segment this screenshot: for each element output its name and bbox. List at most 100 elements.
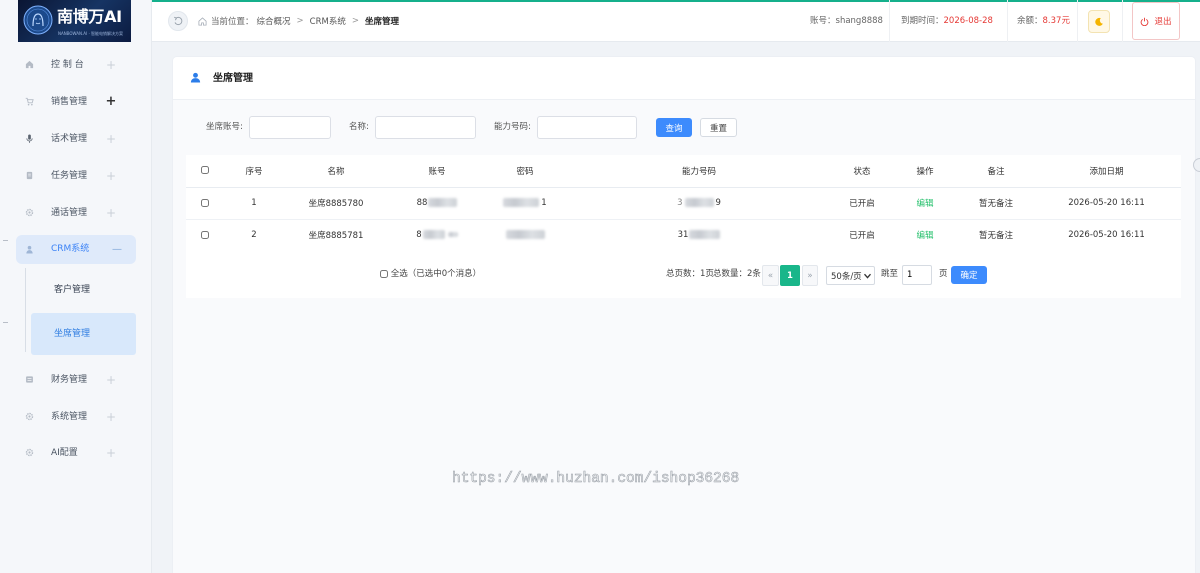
search-button[interactable]: 查询 <box>656 118 692 137</box>
number-visible-part: 9 <box>715 198 721 208</box>
card-header: 坐席管理 <box>173 57 1195 100</box>
redacted-mask <box>428 198 458 207</box>
header-divider <box>1007 0 1008 42</box>
sidebar-item-tasks[interactable]: 任务管理 + <box>16 163 136 189</box>
agent-management-card: 坐席管理 坐席账号: 名称: 能力号码: 查询 重置 序号 名称 账号 密码 能… <box>173 57 1195 573</box>
expand-plus-icon[interactable]: + <box>104 52 118 78</box>
user-icon <box>26 245 33 254</box>
expand-plus-icon[interactable]: + <box>104 163 118 189</box>
redacted-mask <box>447 232 458 237</box>
sidebar-item-label: 销售管理 <box>51 97 88 107</box>
number-visible-part: 31 <box>677 230 689 240</box>
expand-plus-icon[interactable]: + <box>104 440 118 466</box>
back-button[interactable] <box>168 11 188 31</box>
column-header: 名称 <box>284 155 388 188</box>
prev-page-button[interactable]: « <box>762 265 779 286</box>
page-size-value: 50条/页 <box>831 271 862 282</box>
filter-account-input[interactable] <box>249 116 331 139</box>
expand-plus-icon[interactable]: + <box>104 89 118 115</box>
column-header: 能力号码 <box>564 155 834 188</box>
gear-icon <box>25 412 34 421</box>
row-checkbox[interactable] <box>201 230 209 239</box>
sidebar-item-label: 通话管理 <box>51 208 88 218</box>
select-all-label: 全选（已选中0个消息） <box>390 269 482 279</box>
edit-link[interactable]: 编辑 <box>916 199 933 209</box>
floating-edge-handle[interactable] <box>1193 157 1200 173</box>
remark-cell: 暂无备注 <box>960 219 1032 252</box>
select-all-checkbox[interactable] <box>380 269 388 278</box>
location-label: 当前位置： <box>211 17 254 27</box>
breadcrumb-item[interactable]: 综合概况 <box>257 15 291 27</box>
edge-marker <box>3 322 8 323</box>
account-cell: 8 <box>388 219 486 252</box>
column-header: 序号 <box>224 155 284 188</box>
back-icon <box>174 16 183 26</box>
page-button-current[interactable]: 1 <box>780 265 800 286</box>
next-page-button[interactable]: » <box>802 265 818 286</box>
header-divider <box>1122 0 1123 42</box>
redacted-mask <box>689 230 721 239</box>
action-cell: 编辑 <box>890 219 960 252</box>
sidebar-item-finance[interactable]: 财务管理 + <box>16 367 136 393</box>
moon-icon <box>1095 17 1103 26</box>
sidebar-item-calls[interactable]: 通话管理 + <box>16 200 136 226</box>
filter-name-input[interactable] <box>375 116 476 139</box>
logout-button[interactable]: 退出 <box>1132 2 1180 40</box>
redacted-mask <box>505 230 545 239</box>
gear-icon <box>25 208 34 217</box>
submenu-tree-line <box>25 268 26 352</box>
brand-logo[interactable]: 南博万AI NANBOWAN.AI · 智能电销解决方案 <box>18 0 131 42</box>
jump-page-input[interactable] <box>902 265 932 285</box>
jump-label: 跳至 <box>881 269 899 279</box>
mic-icon <box>26 134 33 143</box>
edge-handle-circle <box>1193 158 1200 172</box>
sidebar-item-scripts[interactable]: 话术管理 + <box>16 126 136 152</box>
header-divider <box>1077 0 1078 42</box>
watermark-text: https://www.huzhan.com/ishop36268 <box>452 471 740 488</box>
sidebar-item-crm[interactable]: CRM系统 — <box>16 235 136 264</box>
breadcrumb-item[interactable]: CRM系统 <box>310 15 346 27</box>
home-icon <box>198 16 207 26</box>
edge-marker <box>3 240 8 241</box>
password-cell <box>486 219 564 252</box>
password-cell: 1 <box>486 187 564 220</box>
row-checkbox[interactable] <box>201 198 209 207</box>
breadcrumb-separator: > <box>296 16 304 26</box>
redacted-mask <box>503 198 540 207</box>
sidebar-item-agents[interactable]: 坐席管理 <box>31 313 136 355</box>
filter-name-label: 名称: <box>349 122 369 132</box>
account-info: 账号：shang8888 <box>810 0 883 42</box>
expand-plus-icon[interactable]: + <box>104 200 118 226</box>
select-all[interactable]: 全选（已选中0个消息） <box>380 251 481 298</box>
jump-confirm-button[interactable]: 确定 <box>951 266 987 284</box>
redacted-mask <box>684 198 714 207</box>
theme-toggle-button[interactable] <box>1088 10 1110 33</box>
sidebar-item-customers[interactable]: 客户管理 <box>31 270 136 310</box>
index-cell: 2 <box>224 219 284 252</box>
sidebar-item-ai-config[interactable]: AI配置 + <box>16 440 136 466</box>
sidebar-item-label: 控 制 台 <box>51 60 84 70</box>
edit-link[interactable]: 编辑 <box>916 231 933 241</box>
reset-button[interactable]: 重置 <box>700 118 737 137</box>
chevron-down-icon <box>864 273 871 279</box>
sidebar-item-sales[interactable]: 销售管理 + <box>16 89 136 115</box>
expand-plus-icon[interactable]: + <box>104 367 118 393</box>
expand-plus-icon[interactable]: + <box>104 404 118 430</box>
header-checkbox-cell <box>186 155 224 188</box>
power-icon <box>1141 17 1149 26</box>
sidebar-item-system[interactable]: 系统管理 + <box>16 404 136 430</box>
header-checkbox[interactable] <box>201 166 209 175</box>
filter-number-input[interactable] <box>537 116 637 139</box>
table-row: 2 坐席8885781 8 31 已开启 编辑 暂无备注 2026-05-20 … <box>186 219 1181 252</box>
sidebar-item-dashboard[interactable]: 控 制 台 + <box>16 52 136 78</box>
collapse-minus-icon[interactable]: — <box>110 235 124 264</box>
header-divider <box>889 0 890 42</box>
sidebar-item-label: 财务管理 <box>51 375 88 385</box>
expand-plus-icon[interactable]: + <box>104 126 118 152</box>
row-checkbox-cell <box>186 219 224 252</box>
sidebar-item-label: 话术管理 <box>51 134 88 144</box>
number-cell: 39 <box>564 187 834 220</box>
page-size-select[interactable]: 50条/页 <box>826 266 875 285</box>
page-unit-label: 页 <box>939 269 948 279</box>
total-count: 总数量：2条 <box>713 269 761 279</box>
